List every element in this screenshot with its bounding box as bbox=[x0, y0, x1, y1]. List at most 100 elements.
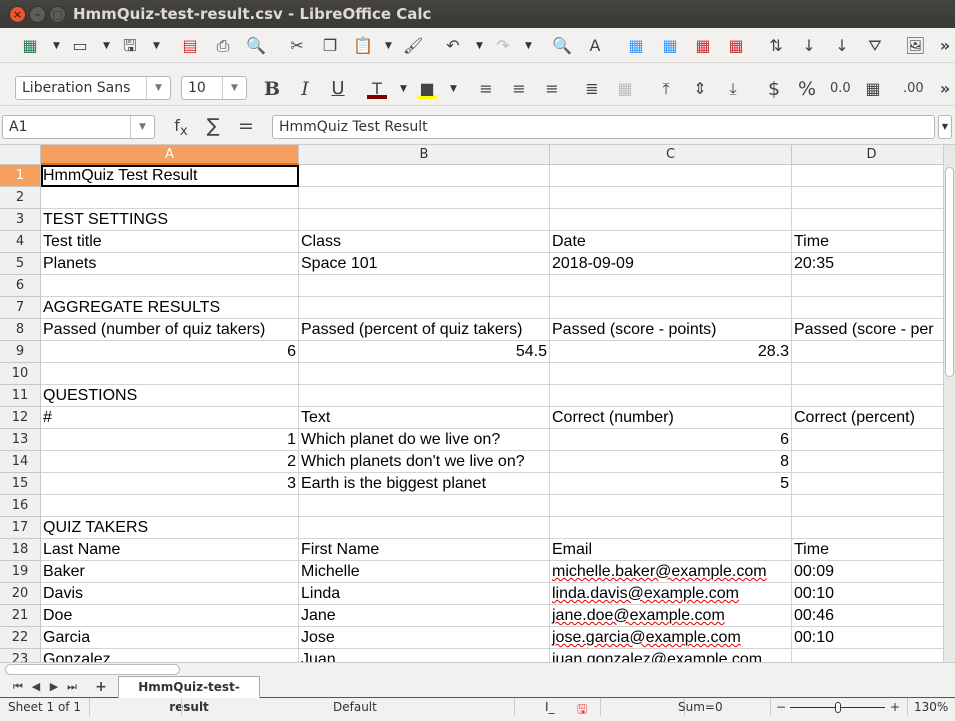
scrollbar-thumb[interactable] bbox=[945, 167, 954, 377]
insert-image-icon[interactable]: 🖼 bbox=[905, 36, 925, 56]
cell-a11[interactable]: QUESTIONS bbox=[41, 385, 299, 407]
cell-c20[interactable]: linda.davis@example.com bbox=[550, 583, 792, 605]
cell-a12[interactable]: # bbox=[41, 407, 299, 429]
row-header[interactable]: 11 bbox=[0, 385, 41, 407]
cell-a3[interactable]: TEST SETTINGS bbox=[41, 209, 299, 231]
cell-b5[interactable]: Space 101 bbox=[299, 253, 550, 275]
align-center-icon[interactable]: ≡ bbox=[509, 79, 529, 99]
column-header-c[interactable]: C bbox=[550, 145, 792, 165]
font-size-select[interactable]: 10 ▼ bbox=[181, 76, 247, 100]
cell-a2[interactable] bbox=[41, 187, 299, 209]
row-header[interactable]: 18 bbox=[0, 539, 41, 561]
cell-c22[interactable]: jose.garcia@example.com bbox=[550, 627, 792, 649]
chevron-down-icon[interactable]: ▼ bbox=[130, 116, 154, 138]
delete-column-icon[interactable]: ▦ bbox=[726, 36, 746, 56]
cell-a15[interactable]: 3 bbox=[41, 473, 299, 495]
spelling-icon[interactable]: A bbox=[585, 36, 605, 56]
cell-c9[interactable]: 28.3 bbox=[550, 341, 792, 363]
center-vertically-icon[interactable]: ⇕ bbox=[690, 79, 710, 99]
align-right-icon[interactable]: ≡ bbox=[542, 79, 562, 99]
print-preview-icon[interactable]: 🔍 bbox=[246, 36, 266, 56]
row-header[interactable]: 10 bbox=[0, 363, 41, 385]
cell-b2[interactable] bbox=[299, 187, 550, 209]
cell-c11[interactable] bbox=[550, 385, 792, 407]
print-icon[interactable]: ⎙ bbox=[213, 36, 233, 56]
cell-c3[interactable] bbox=[550, 209, 792, 231]
cell-d8[interactable]: Passed (score - per bbox=[792, 319, 943, 341]
save-icon[interactable]: 🖫 bbox=[120, 36, 140, 56]
autofilter-icon[interactable]: ⛛ bbox=[865, 36, 885, 56]
cell-d18[interactable]: Time bbox=[792, 539, 943, 561]
cell-b16[interactable] bbox=[299, 495, 550, 517]
align-left-icon[interactable]: ≡ bbox=[476, 79, 496, 99]
cell-b7[interactable] bbox=[299, 297, 550, 319]
dropdown-icon[interactable]: ▼ bbox=[400, 79, 407, 99]
highlight-color-icon[interactable]: ■ bbox=[417, 79, 437, 99]
align-bottom-icon[interactable]: ⤓ bbox=[723, 79, 743, 99]
dropdown-icon[interactable]: ▼ bbox=[103, 36, 110, 56]
cell-b9[interactable]: 54.5 bbox=[299, 341, 550, 363]
next-sheet-icon[interactable]: ▶ bbox=[44, 677, 64, 697]
open-folder-icon[interactable]: ▭ bbox=[70, 36, 90, 56]
cell-c16[interactable] bbox=[550, 495, 792, 517]
cell-a6[interactable] bbox=[41, 275, 299, 297]
cell-b22[interactable]: Jose bbox=[299, 627, 550, 649]
row-header[interactable]: 4 bbox=[0, 231, 41, 253]
zoom-out-button[interactable]: − bbox=[776, 700, 786, 714]
row-header[interactable]: 6 bbox=[0, 275, 41, 297]
row-header[interactable]: 15 bbox=[0, 473, 41, 495]
dropdown-icon[interactable]: ▼ bbox=[153, 36, 160, 56]
insert-column-icon[interactable]: ▦ bbox=[660, 36, 680, 56]
zoom-level[interactable]: 130% bbox=[914, 700, 948, 714]
cell-c13[interactable]: 6 bbox=[550, 429, 792, 451]
row-header[interactable]: 19 bbox=[0, 561, 41, 583]
cell-c1[interactable] bbox=[550, 165, 792, 187]
function-wizard-icon[interactable]: fx bbox=[171, 116, 191, 139]
formula-input[interactable]: HmmQuiz Test Result bbox=[272, 115, 935, 139]
row-header[interactable]: 5 bbox=[0, 253, 41, 275]
cell-a9[interactable]: 6 bbox=[41, 341, 299, 363]
previous-sheet-icon[interactable]: ◀ bbox=[26, 677, 46, 697]
cell-c15[interactable]: 5 bbox=[550, 473, 792, 495]
row-header[interactable]: 17 bbox=[0, 517, 41, 539]
cell-d14[interactable] bbox=[792, 451, 943, 473]
more-icon[interactable]: » bbox=[935, 79, 955, 99]
cell-b12[interactable]: Text bbox=[299, 407, 550, 429]
insert-mode-icon[interactable]: I_ bbox=[545, 700, 555, 714]
underline-icon[interactable]: U bbox=[328, 79, 348, 99]
row-header[interactable]: 7 bbox=[0, 297, 41, 319]
cell-b3[interactable] bbox=[299, 209, 550, 231]
cell-d5[interactable]: 20:35 bbox=[792, 253, 943, 275]
cell-c6[interactable] bbox=[550, 275, 792, 297]
row-header[interactable]: 3 bbox=[0, 209, 41, 231]
undo-icon[interactable]: ↶ bbox=[443, 36, 463, 56]
row-header[interactable]: 13 bbox=[0, 429, 41, 451]
dropdown-icon[interactable]: ▼ bbox=[476, 36, 483, 56]
cut-icon[interactable]: ✂ bbox=[287, 36, 307, 56]
page-style[interactable]: Default bbox=[333, 700, 377, 714]
cell-d19[interactable]: 00:09 bbox=[792, 561, 943, 583]
zoom-in-button[interactable]: + bbox=[890, 700, 900, 714]
add-decimal-icon[interactable]: .00 bbox=[903, 79, 924, 99]
delete-row-icon[interactable]: ▦ bbox=[693, 36, 713, 56]
cell-d2[interactable] bbox=[792, 187, 943, 209]
column-header-a[interactable]: A bbox=[41, 145, 299, 165]
cell-d21[interactable]: 00:46 bbox=[792, 605, 943, 627]
row-header[interactable]: 21 bbox=[0, 605, 41, 627]
expand-formula-button[interactable]: ▼ bbox=[938, 115, 952, 139]
row-header[interactable]: 2 bbox=[0, 187, 41, 209]
add-sheet-icon[interactable]: + bbox=[91, 677, 111, 697]
row-header[interactable]: 22 bbox=[0, 627, 41, 649]
formula-icon[interactable]: = bbox=[236, 116, 256, 136]
cell-d9[interactable] bbox=[792, 341, 943, 363]
cell-b23[interactable]: Juan bbox=[299, 649, 550, 662]
cell-c2[interactable] bbox=[550, 187, 792, 209]
scrollbar-thumb[interactable] bbox=[5, 664, 180, 675]
cell-b13[interactable]: Which planet do we live on? bbox=[299, 429, 550, 451]
copy-icon[interactable]: ❐ bbox=[320, 36, 340, 56]
cell-d10[interactable] bbox=[792, 363, 943, 385]
cell-c10[interactable] bbox=[550, 363, 792, 385]
cell-a13[interactable]: 1 bbox=[41, 429, 299, 451]
horizontal-scrollbar[interactable] bbox=[0, 662, 955, 676]
close-button[interactable]: × bbox=[9, 6, 26, 23]
